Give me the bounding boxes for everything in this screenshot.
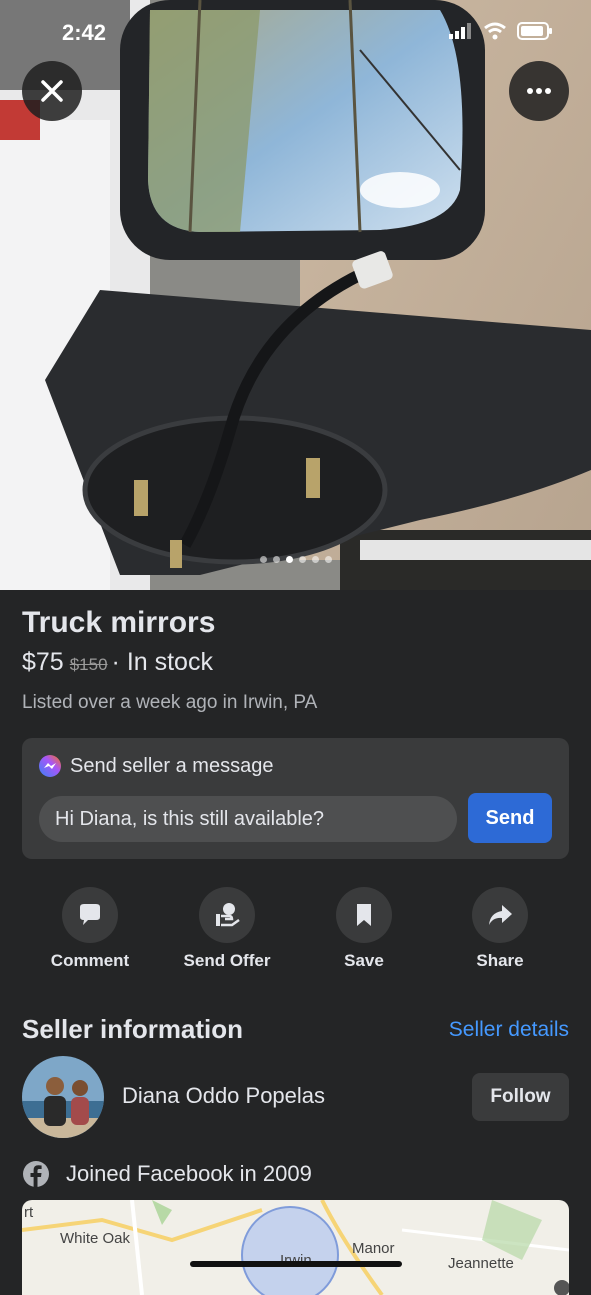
share-label: Share <box>476 951 524 970</box>
messenger-icon <box>39 755 61 777</box>
map-graphic <box>22 1200 569 1295</box>
image-pager[interactable] <box>0 556 591 563</box>
pager-dot-active[interactable] <box>285 556 293 563</box>
map-label: rt <box>24 1204 34 1221</box>
message-heading-label: Send seller a message <box>70 754 274 777</box>
original-price: $150 <box>69 655 108 674</box>
share-action-circle[interactable] <box>472 887 528 943</box>
seller-avatar[interactable] <box>22 1056 104 1138</box>
listing-title: Truck mirrors <box>22 606 216 639</box>
pager-dot[interactable] <box>311 556 319 563</box>
listed-info: Listed over a week ago in Irwin, PA <box>22 692 318 713</box>
signal-icon <box>449 23 471 39</box>
map-label: Manor <box>352 1240 395 1257</box>
wifi-icon <box>484 22 506 40</box>
save-action[interactable]: Save <box>304 887 424 971</box>
more-options-button[interactable] <box>509 61 569 121</box>
seller-section-heading: Seller information <box>22 1014 244 1044</box>
save-label: Save <box>344 951 384 970</box>
status-time: 2:42 <box>62 20 107 45</box>
bookmark-icon <box>357 904 371 926</box>
comment-action[interactable]: Comment <box>30 887 150 971</box>
share-icon <box>489 905 512 925</box>
joined-info: Joined Facebook in 2009 <box>22 1160 312 1188</box>
close-icon <box>41 80 63 102</box>
listing-photo[interactable] <box>0 0 591 590</box>
joined-label: Joined Facebook in 2009 <box>66 1161 312 1186</box>
seller-photo <box>22 1056 104 1138</box>
save-action-circle[interactable] <box>336 887 392 943</box>
status-bar: 2:42 <box>0 0 591 66</box>
send-offer-label: Send Offer <box>183 951 271 970</box>
message-input[interactable] <box>39 796 457 842</box>
send-offer-action[interactable]: Send Offer <box>167 887 287 971</box>
follow-button[interactable]: Follow <box>472 1073 569 1121</box>
comment-label: Comment <box>50 951 130 970</box>
battery-icon <box>517 22 552 40</box>
comment-action-circle[interactable] <box>62 887 118 943</box>
pager-dot[interactable] <box>259 556 267 563</box>
pager-dot[interactable] <box>272 556 280 563</box>
facebook-icon <box>23 1161 49 1187</box>
message-card: Send seller a message Send <box>22 738 569 859</box>
location-map[interactable]: rt White Oak Irwin Manor Jeannette <box>22 1200 569 1295</box>
pager-dot[interactable] <box>298 556 306 563</box>
seller-name[interactable]: Diana Oddo Popelas <box>122 1083 325 1109</box>
close-button[interactable] <box>22 61 82 121</box>
pager-dot[interactable] <box>324 556 332 563</box>
comment-icon <box>80 904 100 925</box>
send-button[interactable]: Send <box>468 793 552 843</box>
more-icon <box>527 88 551 94</box>
price-row: $75 $150 · In stock <box>22 648 213 677</box>
home-indicator[interactable] <box>190 1261 402 1267</box>
message-heading: Send seller a message <box>38 754 273 778</box>
send-offer-action-circle[interactable] <box>199 887 255 943</box>
map-label: White Oak <box>60 1230 131 1247</box>
share-action[interactable]: Share <box>440 887 560 971</box>
status-icons <box>449 22 553 40</box>
price: $75 <box>22 648 64 676</box>
seller-details-link[interactable]: Seller details <box>449 1018 569 1042</box>
truck-mirror-photo <box>0 0 591 590</box>
offer-icon <box>216 903 240 927</box>
map-label: Jeannette <box>448 1255 514 1272</box>
availability: · In stock <box>111 648 213 676</box>
